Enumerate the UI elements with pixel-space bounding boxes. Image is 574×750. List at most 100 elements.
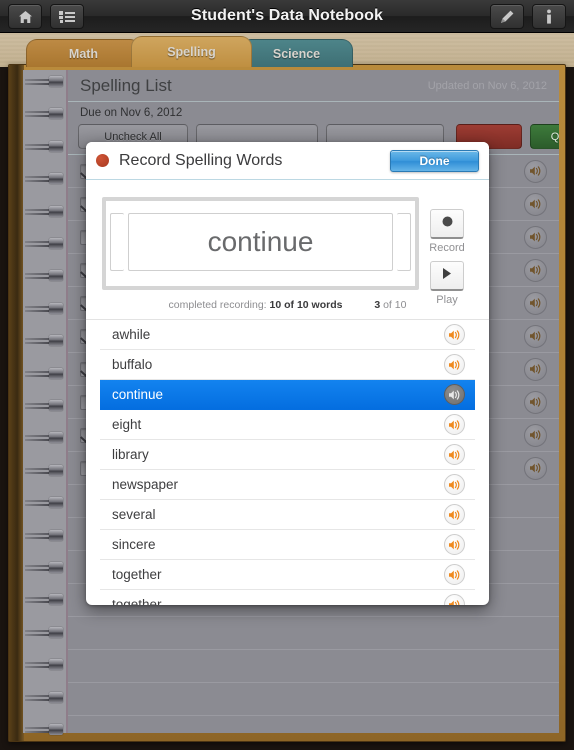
spiral-ring: [25, 335, 65, 347]
page-header: Spelling List Updated on Nov 6, 2012: [68, 70, 559, 102]
speaker-icon[interactable]: [524, 159, 547, 183]
spiral-ring: [25, 270, 65, 282]
speaker-icon[interactable]: [444, 384, 465, 405]
tab-science[interactable]: Science: [240, 39, 353, 67]
list-item[interactable]: eight: [100, 410, 475, 440]
speaker-icon[interactable]: [524, 357, 547, 381]
list-item-label: together: [112, 567, 162, 582]
page-updated-label: Updated on Nov 6, 2012: [427, 79, 547, 92]
list-item[interactable]: together: [100, 560, 475, 590]
list-item[interactable]: buffalo: [100, 350, 475, 380]
speaker-icon[interactable]: [524, 192, 547, 216]
speaker-icon[interactable]: [524, 390, 547, 414]
list-item-label: together: [112, 597, 162, 605]
home-button[interactable]: [8, 4, 42, 29]
page-title: Spelling List: [80, 75, 172, 95]
speaker-icon[interactable]: [444, 444, 465, 465]
done-button[interactable]: Done: [390, 149, 479, 172]
carousel-next-card[interactable]: [397, 213, 411, 271]
play-control-button[interactable]: [430, 261, 464, 291]
list-item-label: several: [112, 507, 156, 522]
word-carousel[interactable]: continue: [102, 197, 419, 290]
speaker-icon[interactable]: [524, 324, 547, 348]
spiral-ring: [25, 108, 65, 120]
play-triangle-icon: [441, 267, 453, 285]
list-item[interactable]: several: [100, 500, 475, 530]
speaker-icon[interactable]: [444, 564, 465, 585]
speaker-icon[interactable]: [444, 504, 465, 525]
spiral-ring: [25, 367, 65, 379]
list-item[interactable]: library: [100, 440, 475, 470]
quiz-button[interactable]: Quiz: [530, 124, 559, 149]
speaker-icon[interactable]: [444, 594, 465, 605]
speaker-icon[interactable]: [524, 258, 547, 282]
due-date-label: Due on Nov 6, 2012: [80, 107, 183, 119]
list-item[interactable]: newspaper: [100, 470, 475, 500]
list-item-partial[interactable]: together: [100, 590, 475, 605]
spiral-ring: [25, 140, 65, 152]
edit-button[interactable]: [490, 4, 524, 29]
speaker-icon[interactable]: [444, 354, 465, 375]
carousel-prev-card[interactable]: [110, 213, 124, 271]
record-control-button[interactable]: [430, 209, 464, 239]
record-spelling-words-dialog: Record Spelling Words Done continue Reco…: [86, 142, 489, 605]
spiral-ring: [25, 432, 65, 444]
list-item-label: buffalo: [112, 357, 153, 372]
spiral-ring: [25, 76, 65, 87]
record-dot-icon: [96, 154, 109, 167]
spiral-ring: [25, 302, 65, 314]
list-item[interactable]: sincere: [100, 530, 475, 560]
spiral-ring: [25, 464, 65, 476]
spiral-ring: [25, 205, 65, 217]
empty-row: [68, 617, 559, 650]
spiral-ring: [25, 724, 65, 735]
record-control-label: Record: [429, 242, 465, 254]
list-item-label: library: [112, 447, 149, 462]
tab-science-label: Science: [272, 46, 321, 61]
subject-tab-strip: Math Science Spelling: [0, 33, 574, 67]
carousel-current-card[interactable]: continue: [128, 213, 393, 271]
record-circle-icon: [441, 215, 454, 233]
spiral-ring: [25, 400, 65, 411]
empty-row: [68, 650, 559, 683]
list-button[interactable]: [50, 4, 84, 29]
speaker-icon[interactable]: [444, 474, 465, 495]
speaker-icon[interactable]: [524, 456, 547, 480]
speaker-icon[interactable]: [524, 423, 547, 447]
nav-right-group: [490, 4, 574, 29]
speaker-icon[interactable]: [524, 291, 547, 315]
tab-spelling[interactable]: Spelling: [131, 36, 252, 67]
list-item[interactable]: awhile: [100, 320, 475, 350]
pencil-icon: [499, 9, 515, 25]
spiral-ring: [25, 238, 65, 249]
spiral-ring: [25, 529, 65, 541]
current-word-label: continue: [207, 226, 314, 257]
notebook-gutter: [9, 65, 24, 741]
list-icon: [59, 10, 75, 24]
app-root: Student's Data Notebook Math Science Spe…: [0, 0, 574, 750]
dialog-header: Record Spelling Words Done: [86, 142, 489, 180]
speaker-icon[interactable]: [444, 414, 465, 435]
speaker-icon[interactable]: [524, 225, 547, 249]
info-button[interactable]: [532, 4, 566, 29]
list-item-label: awhile: [112, 327, 151, 342]
tab-math-label: Math: [68, 46, 99, 61]
dialog-title: Record Spelling Words: [119, 151, 283, 169]
info-icon: [544, 9, 554, 25]
list-item-label: continue: [112, 387, 164, 402]
list-item[interactable]: continue: [100, 380, 475, 410]
list-item-label: eight: [112, 417, 142, 432]
spiral-ring: [25, 691, 65, 703]
empty-row: [68, 683, 559, 716]
spiral-ring: [25, 626, 65, 638]
nav-left-group: [0, 4, 84, 29]
spiral-ring: [25, 562, 65, 573]
speaker-icon[interactable]: [444, 534, 465, 555]
spiral-ring: [25, 659, 65, 671]
status-index-rest: of 10: [380, 299, 407, 311]
list-item-label: sincere: [112, 537, 156, 552]
recording-controls: Record Play: [421, 209, 473, 313]
status-prefix: completed recording:: [168, 299, 267, 311]
speaker-icon[interactable]: [444, 324, 465, 345]
tab-math[interactable]: Math: [26, 39, 141, 67]
